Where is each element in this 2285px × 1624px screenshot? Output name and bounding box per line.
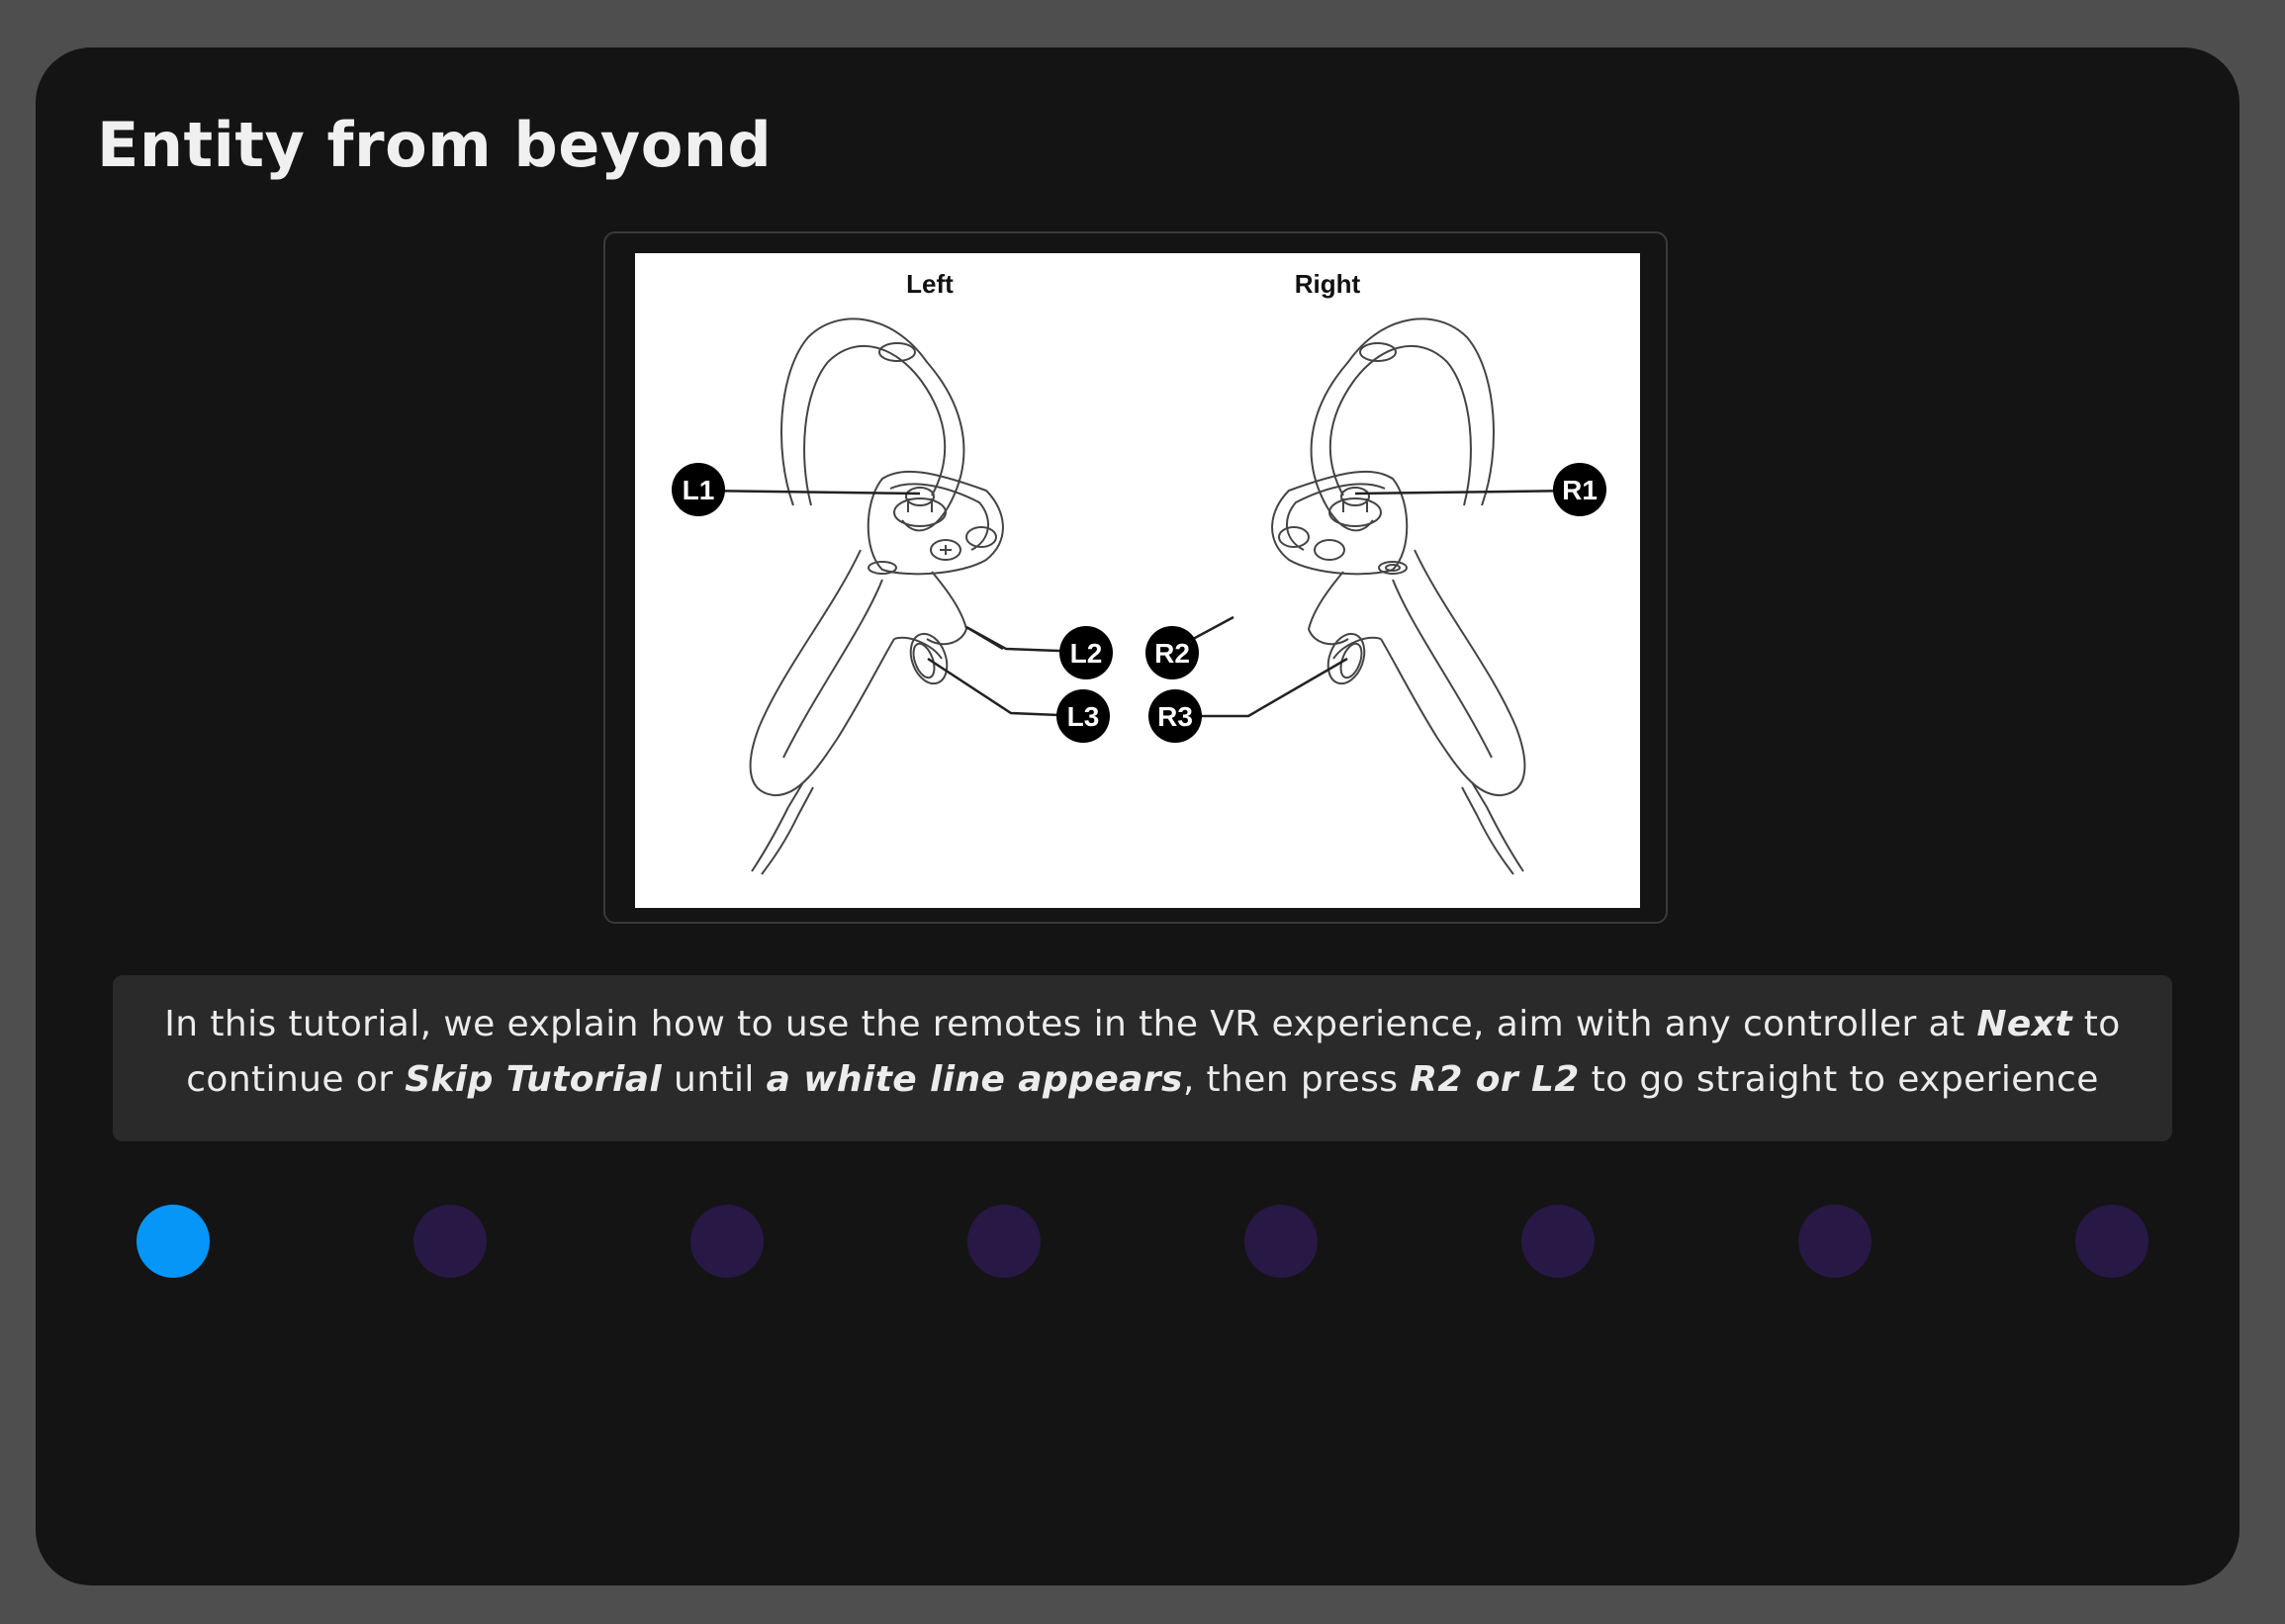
pagination-dot-1[interactable] xyxy=(137,1205,210,1278)
svg-text:R3: R3 xyxy=(1157,701,1193,732)
tutorial-panel: Entity from beyond Left Right L1 L2 L3 R… xyxy=(36,47,2239,1585)
svg-text:L1: L1 xyxy=(683,475,715,505)
right-controller-illustration xyxy=(1271,317,1526,875)
caption-skip-tutorial: Skip Tutorial xyxy=(405,1059,663,1100)
tutorial-caption: In this tutorial, we explain how to use … xyxy=(113,975,2172,1141)
pagination-dot-2[interactable] xyxy=(413,1205,487,1278)
callout-l1: L1 xyxy=(672,463,725,516)
pagination-dot-5[interactable] xyxy=(1244,1205,1318,1278)
pagination-dot-7[interactable] xyxy=(1798,1205,1872,1278)
callout-r3: R3 xyxy=(1148,689,1202,743)
pagination-dot-4[interactable] xyxy=(967,1205,1041,1278)
pagination-dot-8[interactable] xyxy=(2075,1205,2148,1278)
callout-l3: L3 xyxy=(1056,689,1110,743)
controller-diagram-frame: Left Right L1 L2 L3 R1 R2 R3 xyxy=(603,231,1668,924)
caption-text-5: to go straight to experience xyxy=(1579,1059,2099,1100)
callout-r1: R1 xyxy=(1553,463,1606,516)
callout-r2: R2 xyxy=(1145,626,1199,679)
pagination-dot-6[interactable] xyxy=(1521,1205,1595,1278)
caption-white-line: a white line appears xyxy=(766,1059,1183,1100)
caption-next: Next xyxy=(1976,1004,2072,1044)
caption-r2-or-l2: R2 or L2 xyxy=(1410,1059,1580,1100)
svg-text:R2: R2 xyxy=(1154,638,1190,669)
leader-lines xyxy=(695,489,1580,718)
right-heading: Right xyxy=(1295,269,1361,299)
page-title: Entity from beyond xyxy=(97,109,773,181)
left-heading: Left xyxy=(906,269,954,299)
controller-diagram: Left Right L1 L2 L3 R1 R2 R3 xyxy=(635,253,1640,908)
svg-text:L2: L2 xyxy=(1070,638,1103,669)
svg-text:L3: L3 xyxy=(1067,701,1100,732)
caption-text-1: In this tutorial, we explain how to use … xyxy=(164,1004,1977,1044)
svg-text:R1: R1 xyxy=(1562,475,1598,505)
left-controller-illustration xyxy=(749,317,1004,875)
caption-text-3: until xyxy=(662,1059,767,1100)
callout-l2: L2 xyxy=(1059,626,1113,679)
pagination-dot-3[interactable] xyxy=(690,1205,764,1278)
caption-text-4: , then press xyxy=(1182,1059,1411,1100)
